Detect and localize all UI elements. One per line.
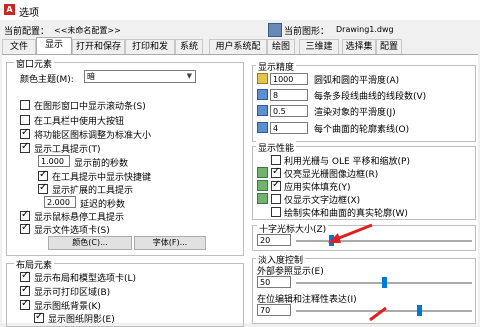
tab-files[interactable]: 文件 [2,39,36,54]
show-extended-tooltips-label: 显示扩展的工具提示 [52,186,134,196]
layout-elements-title: 布局元素 [14,258,55,271]
polyline-segments-label: 每条多段线曲线的线段数(V) [314,92,427,102]
true-silhouettes-label: 绘制实体和曲面的真实轮廓(W) [284,209,408,219]
show-paper-background-label: 显示图纸背景(K) [34,302,101,312]
tab-profiles[interactable]: 配置 [376,39,402,54]
color-scheme-select[interactable]: 暗 ▼ [84,70,196,83]
current-config-label: 当前配置： [4,27,50,37]
show-printable-area-label: 显示可打印区域(B) [34,288,111,298]
show-rollover-checkbox[interactable] [20,209,30,221]
tab-user-preferences[interactable]: 用户系统配置 [209,39,267,67]
show-layout-tabs-checkbox[interactable] [20,270,30,282]
raster-frame-icon [257,167,268,178]
solid-fill-checkbox[interactable] [271,179,281,191]
current-drawing-value: Drawing1.dwg [336,25,394,34]
show-file-tabs-checkbox[interactable] [20,222,30,234]
show-paper-background-checkbox[interactable] [20,298,30,310]
contour-lines-input[interactable]: 4 [270,122,308,134]
chevron-down-icon: ▼ [186,72,192,80]
crosshair-size-input[interactable]: 20 [257,234,291,246]
color-scheme-label: 颜色主题(M): [20,75,74,85]
render-smoothness-label: 渲染对象的平滑度(J) [314,108,396,118]
contour-lines-icon [257,122,268,133]
display-performance-title: 显示性能 [256,141,297,154]
arc-smoothness-icon [257,73,268,84]
annotation-arrow-icon [328,223,373,243]
title-bar: A 选项 [0,0,480,20]
current-config-value: <<未命名配置>> [54,26,121,35]
extended-delay-label: 延迟的秒数 [80,200,126,210]
contour-lines-label: 每个曲面的轮廓素线(O) [314,125,410,135]
show-file-tabs-label: 显示文件选项卡(S) [34,226,110,236]
show-rollover-label: 显示鼠标悬停工具提示 [34,213,125,223]
tab-display[interactable]: 显示 [36,37,72,55]
resize-ribbon-checkbox[interactable] [20,127,30,139]
solid-fill-icon [257,180,268,191]
large-buttons-checkbox[interactable] [20,115,30,125]
window-elements-title: 窗口元素 [14,57,55,70]
tooltip-delay-input[interactable]: 1.000 [38,155,70,167]
render-smoothness-icon [257,105,268,116]
display-resolution-title: 显示精度 [256,60,297,73]
tab-selection[interactable]: 选择集 [342,39,376,54]
show-extended-tooltips-checkbox[interactable] [38,182,48,194]
show-tooltips-checkbox[interactable] [20,141,30,153]
text-frame-checkbox[interactable] [271,194,281,204]
arc-smoothness-input[interactable]: 1000 [270,73,308,85]
tab-plot-publish[interactable]: 打印和发布 [125,39,175,67]
large-buttons-label: 在工具栏中使用大按钮 [34,117,125,127]
tab-drafting[interactable]: 绘图 [267,39,295,54]
show-printable-area-checkbox[interactable] [20,284,30,296]
inplace-fade-input[interactable]: 70 [257,304,291,316]
raster-frame-label: 仅亮显光栅图像边框(R) [284,170,379,180]
arc-smoothness-label: 圆弧和圆的平滑度(A) [314,76,400,86]
drawing-icon [268,23,282,37]
xref-fade-slider-thumb[interactable] [382,277,387,288]
app-icon: A [4,4,15,15]
show-shortcuts-label: 在工具提示中显示快捷键 [52,173,152,183]
text-frame-icon [257,193,268,204]
polyline-segments-icon [257,89,268,100]
tab-open-save[interactable]: 打开和保存 [72,39,125,54]
extended-delay-input[interactable]: 2.000 [44,196,76,208]
show-shortcuts-checkbox[interactable] [38,169,48,181]
window-title: 选项 [19,8,39,19]
show-layout-tabs-label: 显示布局和模型选项卡(L) [34,274,137,284]
xref-fade-input[interactable]: 50 [257,276,291,288]
current-drawing-label: 当前图形： [284,27,330,37]
polyline-segments-input[interactable]: 8 [270,89,308,101]
tab-system[interactable]: 系统 [175,39,203,54]
color-scheme-value: 暗 [87,72,95,81]
solid-fill-label: 应用实体填充(Y) [284,183,351,193]
raster-frame-checkbox[interactable] [271,166,281,178]
crosshair-slider-track[interactable] [296,240,472,242]
show-paper-shadow-label: 显示图纸阴影(E) [48,315,115,325]
true-silhouettes-checkbox[interactable] [271,207,281,217]
annotation-arrow-icon-2 [369,306,387,322]
render-smoothness-input[interactable]: 0.5 [270,105,308,117]
raster-ole-pan-checkbox[interactable] [271,155,281,165]
fonts-button[interactable]: 字体(F)... [134,236,206,250]
show-tooltips-label: 显示工具提示(T) [34,145,101,155]
tooltip-delay-label: 显示前的秒数 [74,159,129,169]
raster-ole-pan-label: 利用光栅与 OLE 平移和缩放(P) [284,157,410,167]
tab-3d-modeling[interactable]: 三维建模 [299,39,339,67]
show-scrollbars-checkbox[interactable] [20,100,30,110]
text-frame-label: 仅显示文字边框(X) [284,196,361,206]
show-scrollbars-label: 在图形窗口中显示滚动条(S) [34,102,146,112]
inplace-fade-slider-thumb[interactable] [417,305,423,316]
colors-button[interactable]: 颜色(C)... [48,236,132,250]
resize-ribbon-label: 将功能区图标调整为标准大小 [34,131,152,141]
